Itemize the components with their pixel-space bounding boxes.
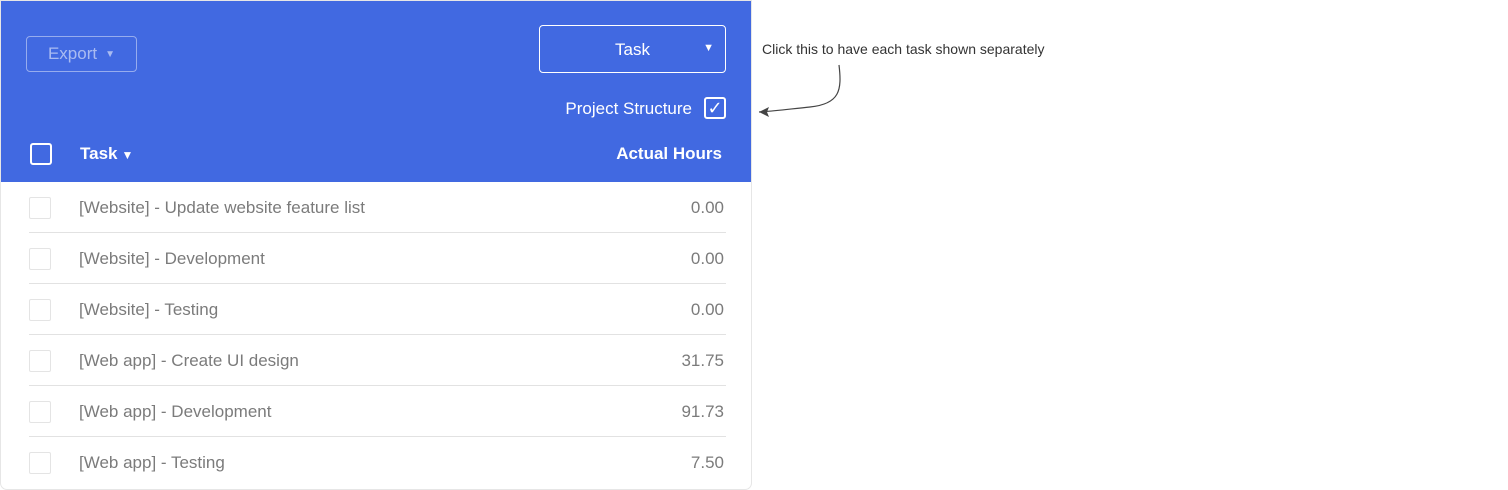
task-name: [Web app] - Testing	[79, 453, 225, 472]
column-header-actual-hours[interactable]: Actual Hours	[616, 144, 722, 164]
task-name: [Website] - Testing	[79, 300, 219, 319]
task-name: [Website] - Update website feature list	[79, 198, 365, 217]
task-hours: 91.73	[681, 402, 724, 421]
task-name: [Website] - Development	[79, 249, 265, 268]
report-header: Export ▼ Task ▼ Project Structure ✓ Task…	[1, 1, 751, 182]
task-list: [Website] - Update website feature list …	[1, 182, 751, 488]
task-hours: 0.00	[690, 198, 724, 217]
table-row[interactable]: [Web app] - Create UI design 31.75	[29, 335, 726, 386]
column-header-task-label: Task	[80, 144, 118, 163]
task-hours: 7.50	[690, 453, 724, 472]
task-name: [Web app] - Development	[79, 402, 272, 421]
select-all-checkbox[interactable]	[30, 143, 52, 165]
table-row[interactable]: [Web app] - Testing 7.50	[29, 437, 726, 488]
checkmark-icon: ✓	[707, 98, 723, 118]
task-hours: 0.00	[690, 300, 724, 319]
table-row[interactable]: [Web app] - Development 91.73	[29, 386, 726, 437]
task-name: [Web app] - Create UI design	[79, 351, 299, 370]
project-structure-label: Project Structure	[565, 99, 692, 118]
group-by-value: Task	[615, 40, 650, 59]
row-checkbox[interactable]	[29, 401, 51, 423]
caret-down-icon: ▼	[703, 42, 714, 54]
table-row[interactable]: [Website] - Testing 0.00	[29, 284, 726, 335]
caret-down-icon: ▼	[105, 48, 116, 60]
row-checkbox[interactable]	[29, 248, 51, 270]
row-checkbox[interactable]	[29, 350, 51, 372]
curved-arrow-icon	[758, 64, 841, 117]
group-by-select[interactable]: Task ▼	[539, 25, 726, 73]
task-hours: 31.75	[681, 351, 724, 370]
row-checkbox[interactable]	[29, 197, 51, 219]
row-checkbox[interactable]	[29, 452, 51, 474]
table-row[interactable]: [Website] - Update website feature list …	[29, 182, 726, 233]
annotation-text: Click this to have each task shown separ…	[762, 41, 1045, 57]
table-row[interactable]: [Website] - Development 0.00	[29, 233, 726, 284]
column-header-task[interactable]: Task ▼	[80, 144, 133, 164]
export-button[interactable]: Export ▼	[26, 36, 137, 72]
sort-caret-icon: ▼	[121, 148, 134, 162]
report-panel: Export ▼ Task ▼ Project Structure ✓ Task…	[1, 1, 751, 489]
export-button-label: Export	[47, 44, 98, 63]
row-checkbox[interactable]	[29, 299, 51, 321]
task-hours: 0.00	[690, 249, 724, 268]
project-structure-checkbox[interactable]: ✓	[704, 97, 726, 119]
